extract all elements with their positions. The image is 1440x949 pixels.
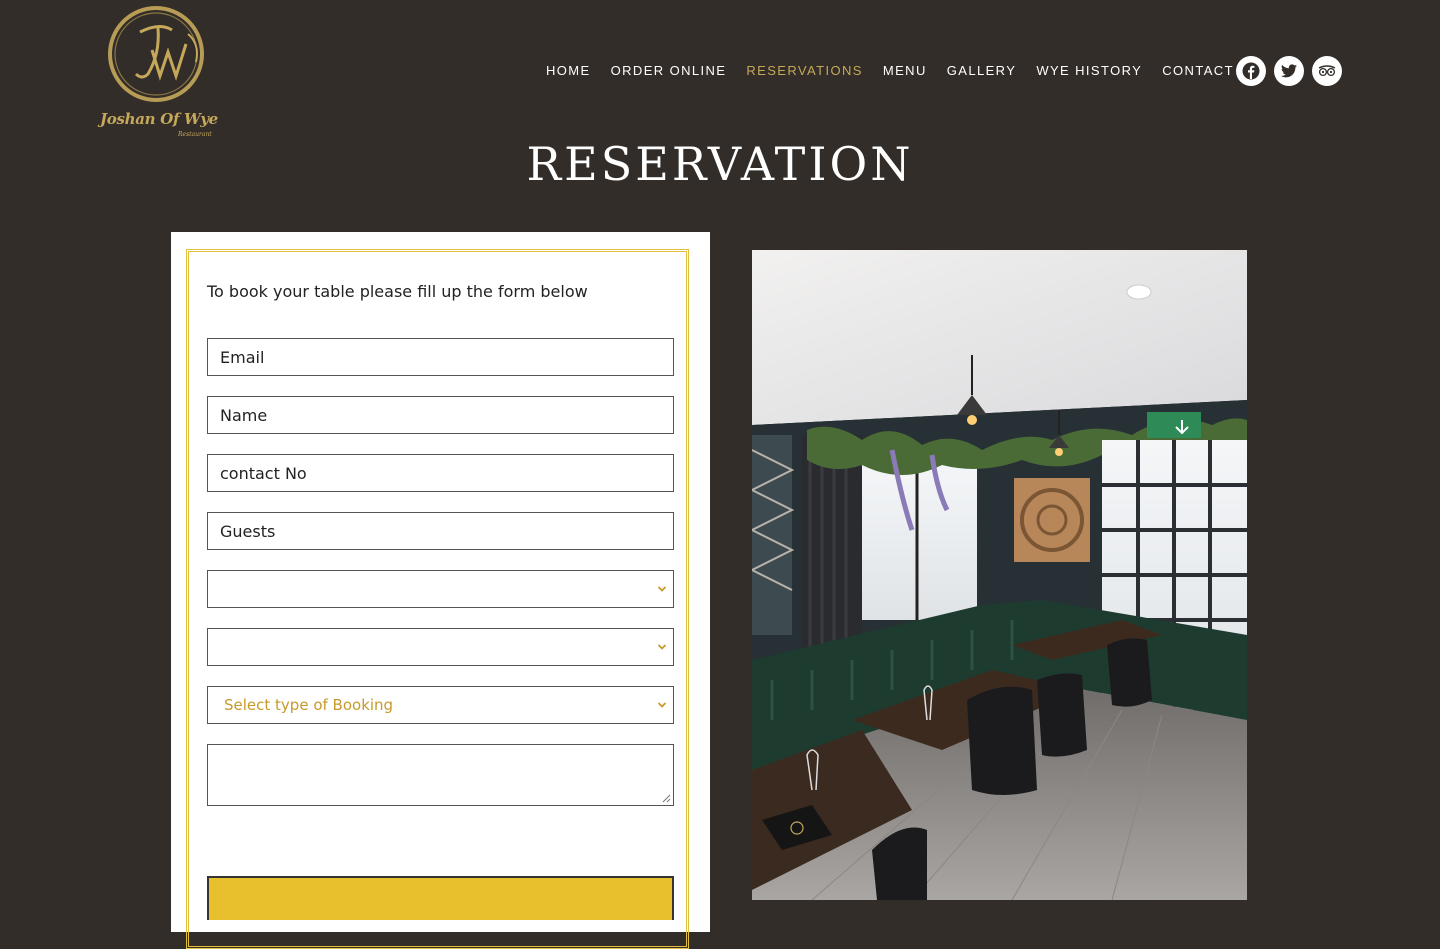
page-title: RESERVATION [526,137,914,191]
guests-field[interactable] [207,512,674,550]
chevron-down-icon [657,702,667,708]
contact-field[interactable] [207,454,674,492]
nav-order-online[interactable]: ORDER ONLINE [611,62,727,79]
chevron-down-icon [657,644,667,650]
reservation-card: To book your table please fill up the fo… [171,232,710,949]
facebook-icon [1242,62,1260,80]
message-textarea[interactable] [207,744,674,806]
resize-grip-icon[interactable] [662,794,671,803]
nav-menu[interactable]: MENU [883,62,927,79]
booking-type-value: Select type of Booking [224,696,394,714]
nav-gallery[interactable]: GALLERY [947,62,1017,79]
chevron-down-icon [657,586,667,592]
restaurant-interior-image [752,250,1247,900]
twitter-icon [1281,64,1297,78]
email-field[interactable] [207,338,674,376]
date-select[interactable] [207,570,674,608]
nav-wye-history[interactable]: WYE HISTORY [1036,62,1142,79]
main-nav: HOME ORDER ONLINE RESERVATIONS MENU GALL… [546,62,1254,79]
logo-emblem [108,6,204,102]
tripadvisor-icon [1318,65,1336,77]
restaurant-interior-photo [752,250,1247,900]
name-field[interactable] [207,396,674,434]
tripadvisor-link[interactable] [1312,56,1342,86]
submit-button[interactable] [207,876,674,920]
nav-contact[interactable]: CONTACT [1162,62,1234,79]
booking-type-select[interactable]: Select type of Booking [207,686,674,724]
brand-name: Joshan Of Wye [100,110,218,128]
form-intro: To book your table please fill up the fo… [207,282,588,301]
time-select[interactable] [207,628,674,666]
social-links [1236,56,1342,86]
nav-reservations[interactable]: RESERVATIONS [746,62,863,79]
twitter-link[interactable] [1274,56,1304,86]
nav-home[interactable]: HOME [546,62,591,79]
facebook-link[interactable] [1236,56,1266,86]
logo[interactable]: Joshan Of Wye Restaurant [100,4,218,142]
